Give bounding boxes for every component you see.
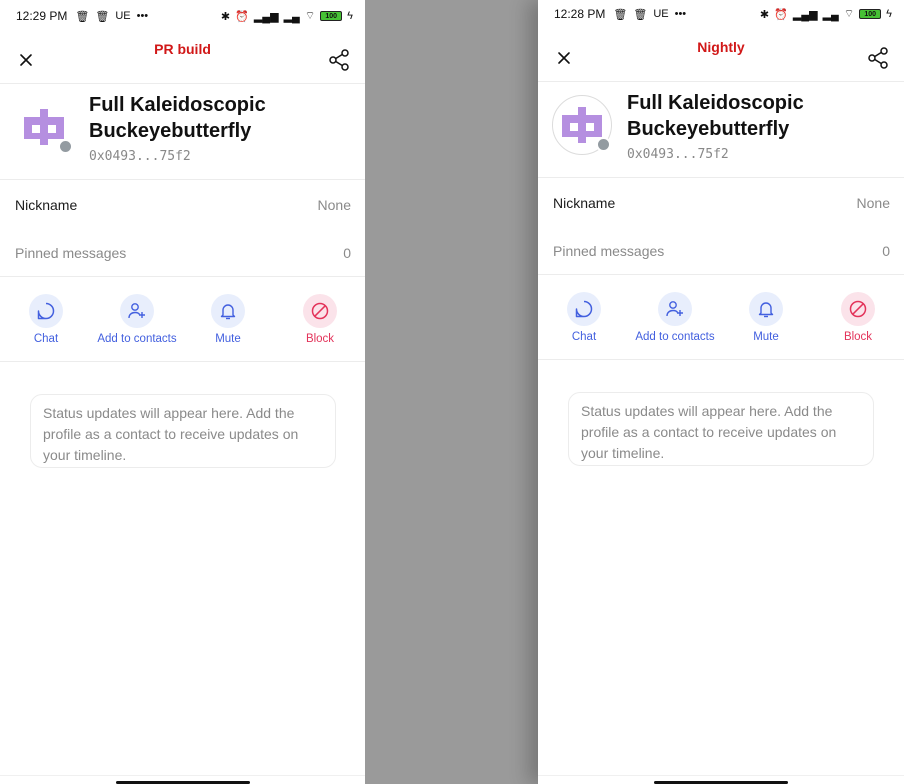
identicon-icon (24, 109, 64, 145)
add-user-icon (128, 303, 145, 319)
trash-icon: 🗑 (613, 8, 628, 21)
block-button-label: Block (843, 331, 873, 343)
chat-button-label: Chat (571, 331, 597, 343)
nickname-row[interactable]: Nickname None (15, 193, 351, 217)
chat-icon (37, 302, 55, 320)
bluetooth-icon: ✱ (759, 8, 770, 21)
pinned-messages-count: 0 (343, 245, 351, 261)
profile-actions: Chat Add to contacts Mute Block (538, 276, 904, 360)
charging-icon: ϟ (347, 10, 353, 22)
build-label: Nightly (697, 39, 745, 55)
nickname-label: Nickname (553, 195, 616, 211)
bottom-divider (0, 775, 365, 776)
more-dots-icon: ••• (674, 8, 687, 20)
add-to-contacts-button[interactable]: Add to contacts (625, 292, 725, 343)
carrier-label: UE (115, 10, 131, 22)
mute-button[interactable]: Mute (716, 292, 816, 343)
mute-button-label: Mute (215, 333, 241, 345)
nickname-value: None (317, 197, 351, 213)
status-time: 12:29 PM (16, 9, 68, 23)
profile-display-name: Full Kaleidoscopic Buckeyebutterfly (627, 92, 804, 140)
nickname-row[interactable]: Nickname None (553, 191, 890, 215)
alarm-off-icon: ⏰ (774, 8, 788, 21)
profile-header: Full Kaleidoscopic Buckeyebutterfly 0x04… (538, 83, 904, 178)
status-time: 12:28 PM (554, 7, 606, 21)
add-user-icon (666, 301, 683, 317)
phone-screen-pr-build: 12:29 PM 🗑 🗑 UE ••• ✱ ⏰ ▂▄▆ ▂▄ ⌔ 100 ϟ P… (0, 0, 365, 784)
bottom-divider (538, 775, 904, 776)
pinned-messages-label: Pinned messages (15, 245, 127, 261)
pinned-messages-row[interactable]: Pinned messages 0 (553, 239, 890, 263)
profile-header: Full Kaleidoscopic Buckeyebutterfly 0x04… (0, 85, 365, 180)
alarm-off-icon: ⏰ (235, 10, 249, 23)
top-bar: Nightly (538, 32, 904, 82)
add-to-contacts-button[interactable]: Add to contacts (87, 294, 187, 345)
bluetooth-icon: ✱ (220, 10, 231, 23)
bell-icon (758, 302, 774, 318)
profile-info: Nickname None Pinned messages 0 (0, 181, 365, 277)
trash-icon: 🗑 (95, 10, 110, 23)
profile-chat-key[interactable]: 0x0493...75f2 (627, 147, 894, 162)
signal-icon: ▂▄ (283, 10, 300, 23)
profile-actions: Chat Add to contacts Mute Block (0, 278, 365, 362)
bell-icon (220, 304, 236, 320)
pinned-messages-row[interactable]: Pinned messages 0 (15, 241, 351, 265)
chat-icon (575, 300, 593, 318)
trash-icon: 🗑 (75, 10, 90, 23)
signal-icon: ▂▄▆ (792, 8, 818, 21)
status-updates-placeholder: Status updates will appear here. Add the… (30, 394, 336, 468)
pinned-messages-count: 0 (882, 243, 890, 259)
nickname-value: None (856, 195, 890, 211)
share-icon[interactable] (327, 48, 351, 72)
block-button[interactable]: Block (808, 292, 904, 343)
block-button[interactable]: Block (270, 294, 365, 345)
battery-icon: 100 (320, 11, 343, 21)
more-dots-icon: ••• (136, 10, 149, 22)
chat-button-label: Chat (33, 333, 59, 345)
mute-button-label: Mute (753, 331, 779, 343)
nickname-label: Nickname (15, 197, 78, 213)
profile-info: Nickname None Pinned messages 0 (538, 179, 904, 275)
status-bar: 12:28 PM 🗑 🗑 UE ••• ✱ ⏰ ▂▄▆ ▂▄ ⌔ 100 ϟ (554, 4, 892, 24)
top-bar: PR build (0, 34, 365, 84)
block-icon (311, 302, 329, 320)
carrier-label: UE (653, 8, 669, 20)
online-status-dot (58, 139, 73, 154)
avatar[interactable] (14, 97, 74, 157)
phone-screen-nightly: 12:28 PM 🗑 🗑 UE ••• ✱ ⏰ ▂▄▆ ▂▄ ⌔ 100 ϟ N… (538, 0, 904, 784)
charging-icon: ϟ (886, 8, 892, 20)
signal-icon: ▂▄ (822, 8, 839, 21)
chat-button[interactable]: Chat (538, 292, 634, 343)
block-button-label: Block (305, 333, 335, 345)
pinned-messages-label: Pinned messages (553, 243, 665, 259)
add-to-contacts-label: Add to contacts (635, 331, 715, 343)
trash-icon: 🗑 (633, 8, 648, 21)
chat-button[interactable]: Chat (0, 294, 96, 345)
profile-chat-key[interactable]: 0x0493...75f2 (89, 149, 355, 164)
status-updates-placeholder: Status updates will appear here. Add the… (568, 392, 874, 466)
build-label: PR build (154, 41, 211, 57)
block-icon (849, 300, 867, 318)
profile-display-name: Full Kaleidoscopic Buckeyebutterfly (89, 94, 266, 142)
separator-band (365, 0, 538, 784)
wifi-icon: ⌔ (304, 10, 316, 22)
avatar[interactable] (552, 95, 612, 155)
identicon-icon (562, 107, 602, 143)
mute-button[interactable]: Mute (178, 294, 278, 345)
share-icon[interactable] (866, 46, 890, 70)
battery-icon: 100 (859, 9, 882, 19)
status-bar: 12:29 PM 🗑 🗑 UE ••• ✱ ⏰ ▂▄▆ ▂▄ ⌔ 100 ϟ (16, 6, 353, 26)
online-status-dot (596, 137, 611, 152)
signal-icon: ▂▄▆ (253, 10, 279, 23)
wifi-icon: ⌔ (843, 8, 855, 20)
add-to-contacts-label: Add to contacts (97, 333, 177, 345)
